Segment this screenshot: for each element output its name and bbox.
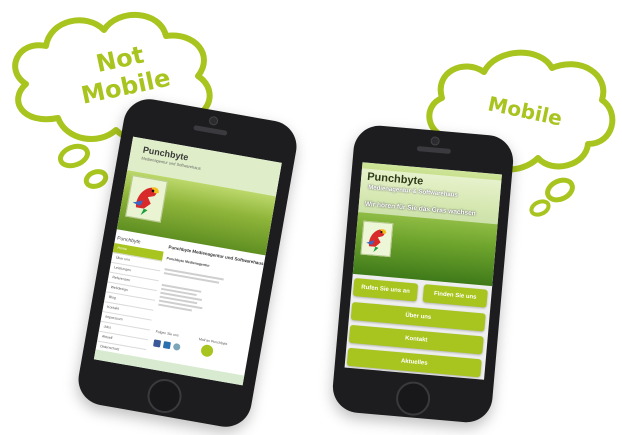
phone-speaker [416,146,452,154]
parrot-logo-icon [132,187,159,216]
linkedin-icon[interactable] [162,341,171,350]
phone-speaker [193,125,228,136]
follow-label: Folgen Sie uns [155,329,179,338]
main-subtitle: Punchbyte Medienagentur [166,256,210,268]
phone-camera [208,115,219,127]
home-button[interactable] [394,380,432,418]
mobile-site-screen: Punchbyte Medienagentur & Softwarehaus W… [344,162,502,380]
find-us-button[interactable]: Finden Sie uns [422,284,488,308]
desktop-site-screen: Punchbyte Medienagentur und Softwarehaus… [93,136,282,386]
mobile-banner: Punchbyte Medienagentur & Softwarehaus W… [352,162,502,287]
phone-camera [430,136,441,146]
mobile-site-logo[interactable] [360,220,394,258]
home-button[interactable] [144,376,185,416]
phone-mobile: Punchbyte Medienagentur & Softwarehaus W… [330,123,516,425]
call-us-button[interactable]: Rufen Sie uns an [352,278,419,302]
site-logo[interactable] [125,175,168,223]
mail-icon[interactable] [200,343,215,358]
share-icon[interactable] [172,342,181,351]
facebook-icon[interactable] [153,339,162,348]
parrot-logo-icon [366,229,387,253]
